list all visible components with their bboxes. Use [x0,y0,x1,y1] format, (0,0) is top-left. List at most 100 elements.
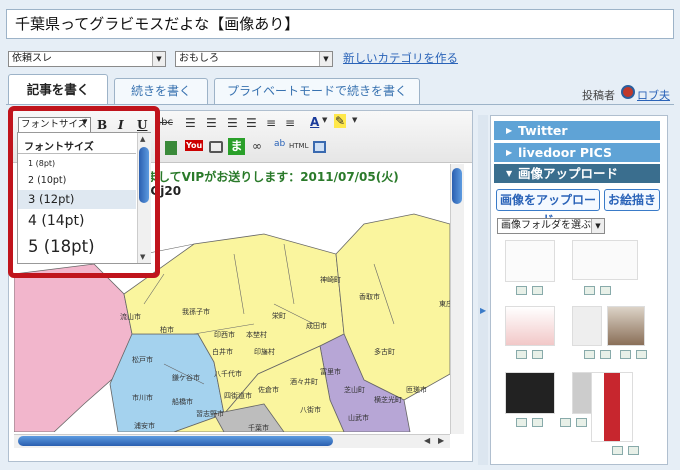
image-folder-select-value: 画像フォルダを選ぶ [501,220,591,231]
tab-write-continuation[interactable]: 続きを書く [114,78,208,104]
insert-image-icon[interactable] [532,350,543,359]
map-label: 栄町 [272,311,286,320]
align-right-icon[interactable]: ☰ [227,116,238,130]
map-label: 鎌ケ谷市 [172,373,200,382]
user-avatar-icon [621,85,635,99]
map-label: 成田市 [306,321,327,330]
expand-panel-icon[interactable]: ▶ [480,306,486,315]
fullscreen-icon[interactable] [313,141,326,153]
insert-image-icon[interactable] [628,446,639,455]
insert-image-icon[interactable] [620,350,631,359]
video-icon[interactable] [209,141,223,153]
map-label: 市川市 [132,393,153,402]
image-folder-select[interactable]: 画像フォルダを選ぶ ▼ [497,218,605,234]
chevron-down-icon: ▼ [506,169,513,178]
youtube-icon[interactable]: You [185,140,204,151]
insert-image-icon[interactable] [560,418,571,427]
align-left-icon[interactable]: ☰ [185,116,196,130]
map-label: 我孫子市 [182,307,210,316]
insert-image-icon[interactable] [576,418,587,427]
insert-image-icon[interactable] [600,286,611,295]
image-thumbnail[interactable] [572,240,638,280]
section-livedoor-pics-label: livedoor PICS [518,145,613,160]
replace-icon[interactable]: ab [274,139,285,149]
poster-name-link[interactable]: ロブ夫 [637,87,670,103]
insert-image-icon[interactable] [516,350,527,359]
chevron-down-icon[interactable]: ▼ [322,116,327,124]
category-select-1[interactable]: 依頼スレ ▼ [8,51,166,67]
category-select-1-value: 依頼スレ [12,53,52,64]
image-thumbnail[interactable] [591,372,633,442]
map-label: 四街道市 [224,391,252,400]
panel-splitter[interactable] [478,115,488,465]
section-image-upload[interactable]: ▼ 画像アップロード [494,164,660,183]
content-line-1-rest: がお送りします：2011/07/05(火) [204,170,399,184]
binoculars-icon[interactable]: ∞ [252,139,262,153]
section-livedoor-pics[interactable]: ▶ livedoor PICS [494,143,660,162]
table-icon[interactable] [165,141,177,155]
image-thumbnail[interactable] [607,306,645,346]
map-label: 酒々井町 [290,377,318,386]
bulleted-list-icon[interactable]: ≡ [266,116,276,130]
section-image-upload-label: 画像アップロード [518,166,619,181]
poster-label: 投稿者 [582,89,615,102]
chevron-down-icon[interactable]: ▼ [352,116,357,124]
insert-image-icon[interactable] [612,446,623,455]
map-label: 千葉市 [248,423,269,432]
numbered-list-icon[interactable]: ≡ [285,116,295,130]
map-label: 流山市 [120,312,141,321]
insert-image-icon[interactable] [584,286,595,295]
section-twitter[interactable]: ▶ Twitter [494,121,660,140]
map-label: 横芝光町 [374,395,402,404]
image-thumbnail[interactable] [505,306,555,346]
section-twitter-label: Twitter [518,123,568,138]
tab-write-article[interactable]: 記事を書く [8,74,108,104]
category-select-2[interactable]: おもしろ ▼ [175,51,333,67]
insert-image-icon[interactable] [600,350,611,359]
chevron-down-icon: ▼ [319,52,332,66]
insert-image-icon[interactable] [584,350,595,359]
chevron-down-icon: ▼ [591,219,604,233]
new-category-link[interactable]: 新しいカテゴリを作る [343,50,458,66]
map-label: 松戸市 [132,355,153,364]
insert-image-icon[interactable] [532,286,543,295]
scroll-left-icon[interactable]: ◀ [424,436,430,445]
content-line-1: ましてVIPがお送りします：2011/07/05(火) [146,168,399,185]
category-select-2-value: おもしろ [179,53,219,64]
map-label: 船橋市 [172,397,193,406]
insert-image-icon[interactable] [636,350,647,359]
chevron-right-icon: ▶ [506,148,513,157]
emoji-icon[interactable]: ま [228,138,245,155]
map-label: 八千代市 [214,369,242,378]
upload-image-button[interactable]: 画像をアップロード [496,189,600,227]
image-thumbnail[interactable] [505,240,555,282]
map-label: 佐倉市 [258,385,279,394]
text-color-icon[interactable]: A [310,115,319,129]
tab-divider [6,104,674,105]
tab-private-continuation[interactable]: プライベートモードで続きを書く [214,78,420,104]
map-label: 白井市 [212,347,233,356]
insert-image-icon[interactable] [532,418,543,427]
html-icon[interactable]: HTML [289,142,308,150]
editor-horizontal-scroll-thumb[interactable] [18,436,333,446]
annotation-highlight-box [8,106,160,278]
content-vip: VIP [181,170,205,184]
map-label: 匝瑳市 [406,385,427,394]
image-thumbnail[interactable] [505,372,555,414]
map-label: 本埜村 [246,330,267,339]
image-thumbnail[interactable] [572,306,602,346]
scroll-right-icon[interactable]: ▶ [438,436,444,445]
map-label: 印旛村 [254,347,275,356]
insert-image-icon[interactable] [516,286,527,295]
title-input[interactable]: 千葉県ってグラビモスだよな【画像あり】 [6,9,674,39]
draw-button[interactable]: お絵描き [604,189,660,211]
editor-vertical-scrollbar[interactable] [450,164,464,434]
highlight-color-icon[interactable]: ✎ [334,114,347,128]
insert-image-icon[interactable] [516,418,527,427]
chevron-down-icon: ▼ [152,52,165,66]
align-center-icon[interactable]: ☰ [206,116,217,130]
map-label: 富里市 [320,367,341,376]
editor-vertical-scroll-thumb[interactable] [452,168,462,204]
align-justify-icon[interactable]: ☰ [246,116,257,130]
map-label: 印西市 [214,330,235,339]
